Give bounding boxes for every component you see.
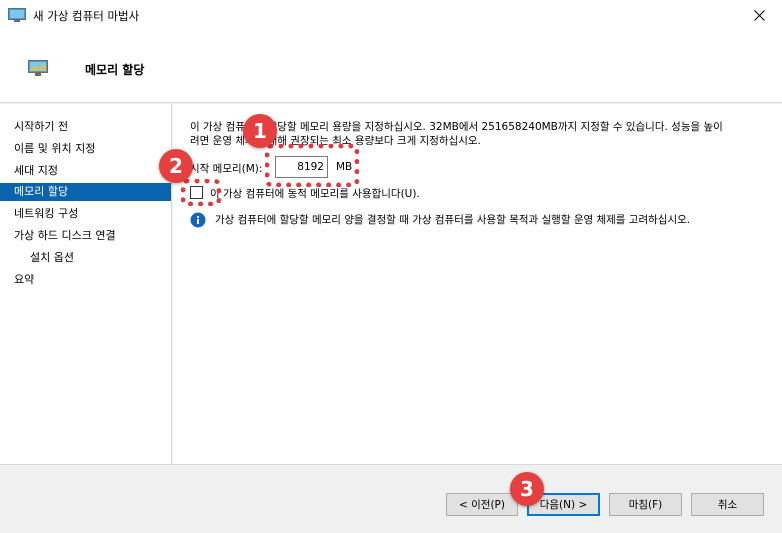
sidebar-item-memory[interactable]: 메모리 할당 [0,183,171,201]
info-icon [190,212,206,228]
startup-memory-label: 시작 메모리(M): [190,163,263,175]
finish-button[interactable]: 마침(F) [609,493,682,516]
page-title: 메모리 할당 [85,63,145,77]
sidebar-item-virtual-disk[interactable]: 가상 하드 디스크 연결 [0,227,171,245]
previous-button[interactable]: < 이전(P) [446,493,518,516]
sidebar-item-generation[interactable]: 세대 지정 [0,162,171,180]
cancel-button[interactable]: 취소 [691,493,764,516]
annotation-badge-1: 1 [243,114,277,148]
close-button[interactable] [736,0,782,30]
sidebar-item-name-location[interactable]: 이름 및 위치 지정 [0,140,171,158]
wizard-steps-sidebar: 시작하기 전 이름 및 위치 지정 세대 지정 메모리 할당 네트워킹 구성 가… [0,104,172,464]
sidebar-item-networking[interactable]: 네트워킹 구성 [0,205,171,223]
highlight-memory-input [265,144,359,187]
sidebar-item-install-options[interactable]: 설치 옵션 [0,249,171,267]
close-icon [753,9,765,21]
info-text: 가상 컴퓨터에 할당할 메모리 양을 결정할 때 가상 컴퓨터를 사용할 목적과… [215,214,691,226]
window-title: 새 가상 컴퓨터 마법사 [33,9,140,23]
footer-separator [0,464,782,465]
monitor-icon [8,8,26,22]
title-bar: 새 가상 컴퓨터 마법사 [0,0,782,30]
annotation-badge-2: 2 [159,149,193,183]
highlight-dynamic-checkbox [181,179,221,206]
annotation-badge-3: 3 [510,472,544,506]
sidebar-item-before-you-begin[interactable]: 시작하기 전 [0,118,171,136]
wizard-header: 메모리 할당 [0,30,782,103]
dynamic-memory-label[interactable]: 이 가상 컴퓨터에 동적 메모리를 사용합니다(U). [210,186,420,201]
monitor-icon [28,60,48,76]
sidebar-item-summary[interactable]: 요약 [0,271,171,289]
